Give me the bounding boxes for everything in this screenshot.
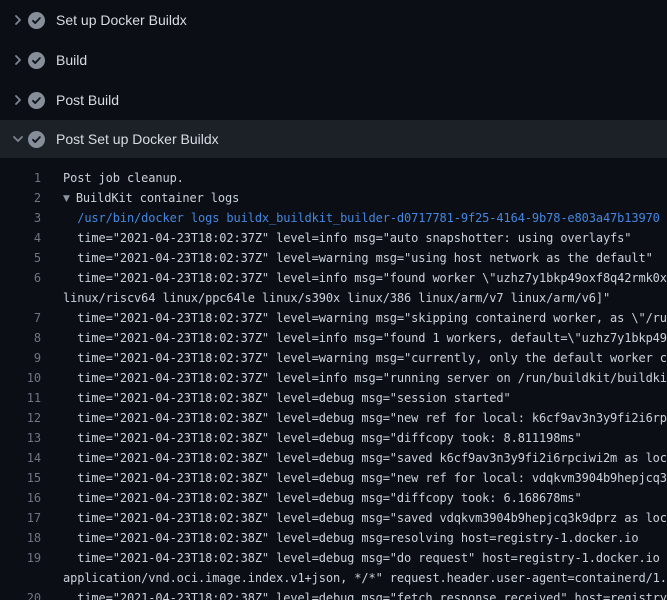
check-circle-icon (28, 12, 45, 29)
log-line-number[interactable]: 16 (0, 488, 41, 508)
log-line-number[interactable]: 9 (0, 348, 41, 368)
log-line-number[interactable]: 10 (0, 368, 41, 388)
log-line-text: time="2021-04-23T18:02:38Z" level=debug … (41, 548, 667, 568)
log-line: 1Post job cleanup. (0, 168, 667, 188)
log-line-continuation: application/vnd.oci.image.index.v1+json,… (0, 568, 667, 588)
step-row-post-build[interactable]: Post Build (0, 80, 667, 120)
log-line-number[interactable]: 18 (0, 528, 41, 548)
log-line-continuation: linux/riscv64 linux/ppc64le linux/s390x … (0, 288, 667, 308)
log-line-number[interactable]: 6 (0, 268, 41, 288)
log-line-text: Post job cleanup. (41, 168, 184, 188)
log-line-text[interactable]: ▼ BuildKit container logs (41, 188, 239, 208)
log-group-title: BuildKit container logs (76, 191, 239, 205)
log-line-text: time="2021-04-23T18:02:38Z" level=debug … (41, 408, 667, 428)
log-line-text: linux/riscv64 linux/ppc64le linux/s390x … (41, 288, 610, 308)
chevron-right-icon (10, 52, 26, 68)
log-line-number[interactable]: 20 (0, 588, 41, 600)
log-line-text: time="2021-04-23T18:02:37Z" level=warnin… (41, 348, 667, 368)
log-line: 12 time="2021-04-23T18:02:38Z" level=deb… (0, 408, 667, 428)
log-line: 18 time="2021-04-23T18:02:38Z" level=deb… (0, 528, 667, 548)
log-line: 8 time="2021-04-23T18:02:37Z" level=info… (0, 328, 667, 348)
log-line-number[interactable]: 19 (0, 548, 41, 568)
log-line-text: time="2021-04-23T18:02:37Z" level=info m… (41, 328, 667, 348)
log-line-number[interactable]: 15 (0, 468, 41, 488)
log-line: 7 time="2021-04-23T18:02:37Z" level=warn… (0, 308, 667, 328)
chevron-right-icon (10, 12, 26, 28)
log-line: 2 ▼ BuildKit container logs (0, 188, 667, 208)
log-line-text: time="2021-04-23T18:02:37Z" level=info m… (41, 228, 631, 248)
log-line-text: time="2021-04-23T18:02:38Z" level=debug … (41, 488, 582, 508)
log-line-text: time="2021-04-23T18:02:38Z" level=debug … (41, 468, 667, 488)
log-line: 10 time="2021-04-23T18:02:37Z" level=inf… (0, 368, 667, 388)
log-line-text: time="2021-04-23T18:02:38Z" level=debug … (41, 428, 582, 448)
step-row-set-up-docker-buildx[interactable]: Set up Docker Buildx (0, 0, 667, 40)
workflow-job-log-panel: Set up Docker Buildx Build Post Build Post … (0, 0, 667, 600)
log-line: 3 /usr/bin/docker logs buildx_buildkit_b… (0, 208, 667, 228)
chevron-right-icon (10, 92, 26, 108)
log-line-number[interactable]: 8 (0, 328, 41, 348)
log-line-number (0, 568, 41, 588)
log-line-number[interactable]: 5 (0, 248, 41, 268)
log-line: 19 time="2021-04-23T18:02:38Z" level=deb… (0, 548, 667, 568)
log-line-text: application/vnd.oci.image.index.v1+json,… (41, 568, 667, 588)
log-line-text: time="2021-04-23T18:02:38Z" level=debug … (41, 388, 511, 408)
log-line: 6 time="2021-04-23T18:02:37Z" level=info… (0, 268, 667, 288)
log-line: 13 time="2021-04-23T18:02:38Z" level=deb… (0, 428, 667, 448)
log-line-number[interactable]: 1 (0, 168, 41, 188)
log-line-text: time="2021-04-23T18:02:38Z" level=debug … (41, 588, 667, 600)
log-line: 5 time="2021-04-23T18:02:37Z" level=warn… (0, 248, 667, 268)
log-line-number[interactable]: 3 (0, 208, 41, 228)
step-row-build[interactable]: Build (0, 40, 667, 80)
step-row-post-set-up-docker-buildx[interactable]: Post Set up Docker Buildx (0, 120, 667, 158)
step-label: Post Set up Docker Buildx (56, 131, 219, 147)
log-line: 20 time="2021-04-23T18:02:38Z" level=deb… (0, 588, 667, 600)
log-group-caret-icon[interactable]: ▼ (63, 189, 70, 209)
log-viewer[interactable]: 1Post job cleanup.2 ▼ BuildKit container l… (0, 158, 667, 600)
log-line-text: time="2021-04-23T18:02:37Z" level=info m… (41, 268, 667, 288)
check-circle-icon (28, 92, 45, 109)
check-circle-icon (28, 131, 45, 148)
log-line-number (0, 288, 41, 308)
log-line-text: time="2021-04-23T18:02:37Z" level=warnin… (41, 308, 667, 328)
log-line: 4 time="2021-04-23T18:02:37Z" level=info… (0, 228, 667, 248)
step-label: Build (56, 52, 87, 68)
log-line-text: time="2021-04-23T18:02:38Z" level=debug … (41, 508, 667, 528)
steps-list: Set up Docker Buildx Build Post Build Post … (0, 0, 667, 158)
log-line-number[interactable]: 7 (0, 308, 41, 328)
log-line-number[interactable]: 17 (0, 508, 41, 528)
log-line: 14 time="2021-04-23T18:02:38Z" level=deb… (0, 448, 667, 468)
step-label: Set up Docker Buildx (56, 12, 187, 28)
log-line-number[interactable]: 12 (0, 408, 41, 428)
log-line: 16 time="2021-04-23T18:02:38Z" level=deb… (0, 488, 667, 508)
log-line-text: time="2021-04-23T18:02:38Z" level=debug … (41, 528, 638, 548)
log-line-number[interactable]: 11 (0, 388, 41, 408)
log-line-text: time="2021-04-23T18:02:37Z" level=info m… (41, 368, 667, 388)
chevron-down-icon (10, 131, 26, 147)
step-label: Post Build (56, 92, 119, 108)
log-line-text: time="2021-04-23T18:02:37Z" level=warnin… (41, 248, 653, 268)
log-line: 15 time="2021-04-23T18:02:38Z" level=deb… (0, 468, 667, 488)
log-line-number[interactable]: 14 (0, 448, 41, 468)
check-circle-icon (28, 52, 45, 69)
log-line: 17 time="2021-04-23T18:02:38Z" level=deb… (0, 508, 667, 528)
log-line-number[interactable]: 4 (0, 228, 41, 248)
log-line-number[interactable]: 13 (0, 428, 41, 448)
log-line-number[interactable]: 2 (0, 188, 41, 208)
log-line: 9 time="2021-04-23T18:02:37Z" level=warn… (0, 348, 667, 368)
log-line-text: /usr/bin/docker logs buildx_buildkit_bui… (41, 208, 660, 228)
log-line-text: time="2021-04-23T18:02:38Z" level=debug … (41, 448, 667, 468)
log-line: 11 time="2021-04-23T18:02:38Z" level=deb… (0, 388, 667, 408)
